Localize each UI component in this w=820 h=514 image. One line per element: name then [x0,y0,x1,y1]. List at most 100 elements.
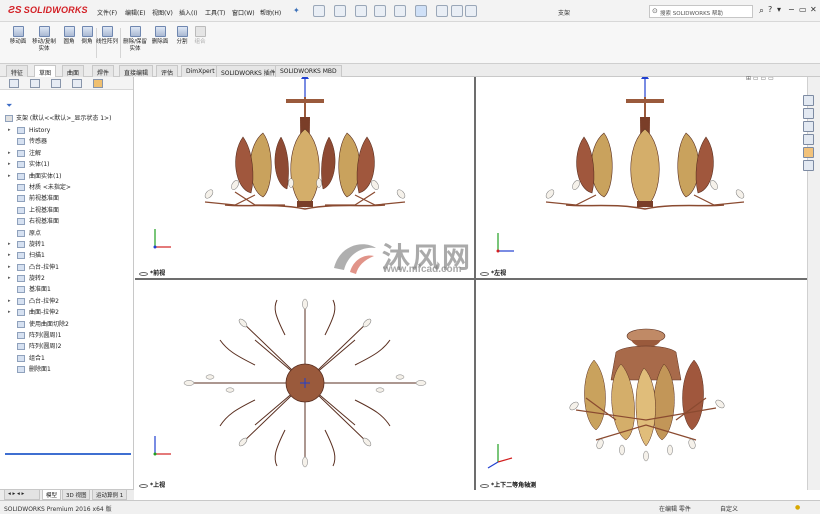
tree-item[interactable]: 材质 <未指定> [0,182,134,193]
viewport-vertical-splitter[interactable] [474,77,476,490]
expand-arrow-icon[interactable]: ▸ [8,239,11,250]
tab-dimxpert[interactable]: DimXpert [181,65,220,77]
status-units[interactable]: 自定义 [720,504,738,513]
design-library-icon[interactable] [803,108,814,119]
undo-icon[interactable] [394,5,406,17]
linear-pattern-button[interactable]: 线性阵列 [95,26,119,46]
tree-item[interactable]: 阵列(圆周)1 [0,330,134,341]
save-icon[interactable] [355,5,367,17]
expand-arrow-icon[interactable]: ▸ [8,262,11,273]
custom-properties-icon[interactable] [803,160,814,171]
viewport-isometric[interactable]: *上下二等角轴测 [476,280,807,490]
restore-button[interactable]: ▭ [799,5,807,14]
rebuild-status-icon[interactable]: ● [795,504,800,511]
tree-item[interactable]: ▸ 曲面-拉伸2 [0,307,134,318]
display-manager-icon[interactable] [93,79,103,88]
property-manager-icon[interactable] [30,79,40,88]
viewport-horizontal-splitter[interactable] [135,278,807,280]
menu-insert[interactable]: 插入(I) [179,8,197,17]
tab-weldments[interactable]: 焊件 [92,65,115,77]
tab-evaluate[interactable]: 评估 [156,65,179,77]
tree-item[interactable]: 传感器 [0,136,134,147]
expand-arrow-icon[interactable]: ▸ [8,307,11,318]
tree-item[interactable]: ▸ 实体(1) [0,159,134,170]
scroll-arrows[interactable]: ◂ ▸ ◂ ▸ [4,490,40,500]
feature-icon [17,309,25,317]
menu-help[interactable]: 帮助(H) [260,8,281,17]
move-face-button[interactable]: 移动面 [4,26,32,46]
menu-view[interactable]: 视图(V) [152,8,173,17]
tree-item[interactable]: 基准面1 [0,284,134,295]
viewport-top[interactable]: *上视 [135,280,474,490]
menu-tools[interactable]: 工具(T) [205,8,225,17]
close-button[interactable]: ✕ [810,5,817,14]
graphics-area[interactable]: *前视 ⊞ ▭ ▭ ▭ *左视 *上视 *上下二等角轴测 [135,73,807,490]
tab-3d-views[interactable]: 3D 视图 [62,490,91,500]
tree-item[interactable]: ▸ 凸台-拉伸1 [0,262,134,273]
tree-root[interactable]: 支架 (默认<<默认>_显示状态 1>) [0,113,134,124]
tree-item[interactable]: 前视基准面 [0,193,134,204]
tree-item[interactable]: 使用曲面切除2 [0,319,134,330]
menu-file[interactable]: 文件(F) [97,8,117,17]
tab-features[interactable]: 特征 [6,65,29,77]
tree-item[interactable]: 右视基准面 [0,216,134,227]
tree-item[interactable]: 阵列(圆周)2 [0,341,134,352]
tree-item[interactable]: ▸ 曲面实体(1) [0,171,134,182]
options-gear-icon[interactable] [465,5,477,17]
expand-arrow-icon[interactable]: ▸ [8,171,11,182]
minimize-button[interactable]: − [788,5,795,14]
tab-surfaces[interactable]: 曲面 [62,65,85,77]
tree-item-label: 右视基准面 [29,218,60,226]
home-icon[interactable] [803,95,814,106]
file-explorer-icon[interactable] [803,121,814,132]
expand-arrow-icon[interactable]: ▸ [8,273,11,284]
chevron-down-icon[interactable]: ▾ [777,5,781,14]
pin-icon[interactable]: ✦ [293,6,300,15]
tab-solidworks-mbd[interactable]: SOLIDWORKS MBD [275,65,342,77]
tree-item[interactable]: 上视基准面 [0,205,134,216]
tree-item-label: 曲面-拉伸2 [29,309,59,317]
search-input[interactable]: ⊙ 搜索 SOLIDWORKS 帮助 ⌕ [649,5,764,18]
help-question-icon[interactable]: ? [768,5,772,14]
tab-solidworks-addins[interactable]: SOLIDWORKS 插件 [216,65,281,77]
menu-window[interactable]: 窗口(W) [232,8,255,17]
view-palette-icon[interactable] [803,134,814,145]
new-document-icon[interactable] [313,5,325,17]
tab-direct-editing[interactable]: 直接编辑 [119,65,154,77]
tree-item[interactable]: ▸ 凸台-拉伸2 [0,296,134,307]
move-copy-body-button[interactable]: 移动/复制实体 [30,26,58,53]
tree-item[interactable]: ▸ 旋转2 [0,273,134,284]
tree-item[interactable]: ▸ 注解 [0,148,134,159]
tree-item[interactable]: 原点 [0,228,134,239]
feature-icon [17,240,25,248]
configuration-manager-icon[interactable] [51,79,61,88]
tree-item[interactable]: ▸ 扫描1 [0,250,134,261]
tree-item[interactable]: ▸ 旋转1 [0,239,134,250]
viewport-controls[interactable]: ⊞ ▭ ▭ ▭ [746,75,774,82]
rebuild-icon[interactable] [436,5,448,17]
solidworks-logo[interactable]: ƧS SOLIDWORKS [8,5,88,16]
delete-keep-body-button[interactable]: 删除/保留实体 [121,26,149,53]
dimxpert-manager-icon[interactable] [72,79,82,88]
expand-arrow-icon[interactable]: ▸ [8,159,11,170]
expand-arrow-icon[interactable]: ▸ [8,250,11,261]
combine-button[interactable]: 组合 [186,26,214,46]
file-properties-icon[interactable] [451,5,463,17]
tree-item[interactable]: 删除面1 [0,364,134,375]
expand-arrow-icon[interactable]: ▸ [8,148,11,159]
print-icon[interactable] [374,5,386,17]
tree-item[interactable]: 组合1 [0,353,134,364]
search-icon[interactable]: ⌕ [759,6,764,16]
open-icon[interactable] [334,5,346,17]
tab-model[interactable]: 模型 [42,490,62,500]
select-icon[interactable] [415,5,427,17]
expand-arrow-icon[interactable]: ▸ [8,296,11,307]
appearances-icon[interactable] [803,147,814,158]
filter-icon[interactable]: ⏷ [6,101,12,111]
tree-item[interactable]: ▸ History [0,125,134,136]
expand-arrow-icon[interactable]: ▸ [8,125,11,136]
feature-tree-icon[interactable] [9,79,19,88]
tab-motion-study[interactable]: 运动算例 1 [92,490,128,500]
rollback-bar[interactable] [5,453,131,455]
menu-edit[interactable]: 编辑(E) [125,8,145,17]
